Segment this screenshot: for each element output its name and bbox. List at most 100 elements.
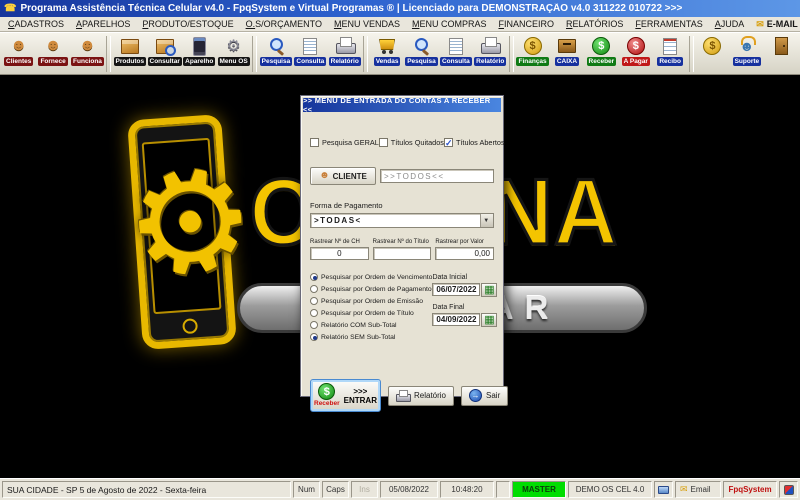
doc-icon — [443, 35, 469, 57]
checkbox-pesquisa-geral[interactable]: Pesquisa GERAL — [310, 138, 379, 147]
toolbar-button-label: Relatório — [328, 57, 361, 66]
toolbar-button-aparelho[interactable]: Aparelho — [183, 34, 216, 74]
rastrear-titulo-input[interactable] — [372, 247, 432, 260]
toolbar-button-menu-os[interactable]: Menu OS — [217, 34, 250, 74]
toolbar-button-relat-rio[interactable]: Relatório — [474, 34, 507, 74]
cart-icon — [374, 35, 400, 57]
toolbar-button-label: Vendas — [373, 57, 401, 66]
person-icon — [6, 35, 32, 57]
toolbar-button-pesquisa[interactable]: Pesquisa — [405, 34, 438, 74]
search-icon — [408, 35, 434, 57]
toolbar-button-label: Fornece — [38, 57, 68, 66]
rastrear-titulo-label: Rastrear Nº do Título — [372, 239, 429, 245]
checkbox-t-tulos-quitados[interactable]: Títulos Quitados — [378, 138, 444, 147]
status-email-button[interactable]: ✉ Email — [675, 481, 721, 498]
toolbar-button-consulta[interactable]: Consulta — [294, 34, 327, 74]
toolbar-button-a-pagar[interactable]: A Pagar — [619, 34, 652, 74]
cashbox-icon — [554, 35, 580, 57]
rastrear-valor-group: Rastrear por Valor 0,00 — [435, 239, 495, 260]
status-date: 05/08/2022 — [380, 481, 438, 498]
status-time: 10:48:20 — [440, 481, 494, 498]
radio-pesquisar-por-ordem-de-vencimento[interactable]: Pesquisar por Ordem de Vencimento — [310, 273, 432, 281]
chevron-down-icon[interactable]: ▼ — [480, 214, 493, 227]
toolbar-button-produtos[interactable]: Produtos — [113, 34, 147, 74]
forma-pagamento-select[interactable]: >TODAS< ▼ — [310, 213, 494, 228]
toolbar-button-consultar[interactable]: Consultar — [147, 34, 182, 74]
printer-icon — [395, 389, 411, 402]
person-icon — [74, 35, 100, 57]
rastrear-ch-label: Rastrear Nº de CH — [310, 239, 360, 245]
toolbar-button-recibo[interactable]: Recibo — [653, 34, 686, 74]
printer-icon — [477, 35, 503, 57]
data-inicial-calendar-button[interactable]: ▦ — [481, 283, 498, 297]
radio-label: Relatório SEM Sub-Total — [321, 333, 396, 341]
date-range-group: Data Inicial 06/07/2022 ▦ Data Final 04/… — [432, 273, 500, 341]
toolbar-button-caixa[interactable]: CAIXA — [550, 34, 583, 74]
toolbar-button-suporte[interactable]: Suporte — [730, 34, 763, 74]
status-monitor-panel[interactable] — [654, 481, 673, 498]
entrar-button[interactable]: $ Receber >>> ENTRAR — [310, 379, 381, 412]
menu-item-cadastros[interactable]: CADASTROS — [2, 18, 70, 30]
rastrear-ch-input[interactable]: 0 — [310, 247, 369, 260]
checkbox-label: Pesquisa GERAL — [322, 138, 379, 147]
tools-icon — [221, 35, 247, 57]
radio-label: Relatório COM Sub-Total — [321, 321, 397, 329]
radio-dot — [310, 297, 318, 305]
toolbar-button-receber[interactable]: Receber — [585, 34, 618, 74]
toolbar-button-label: Recibo — [657, 57, 683, 66]
toolbar-button-fornece[interactable]: Fornece — [36, 34, 69, 74]
checkbox-t-tulos-abertos[interactable]: ✓ Títulos Abertos — [443, 138, 505, 148]
menu-item-email[interactable]: ✉ E-MAIL — [750, 18, 800, 30]
radio-pesquisar-por-ordem-de-t-tulo[interactable]: Pesquisar por Ordem de Título — [310, 309, 432, 317]
toolbar-button-vendas[interactable]: Vendas — [370, 34, 403, 74]
toolbar-separator — [508, 36, 514, 72]
data-final-input[interactable]: 04/09/2022 — [432, 313, 481, 326]
status-insert: Ins — [351, 481, 378, 498]
app-icon: ☎ — [4, 2, 17, 14]
checkbox-label: Títulos Abertos — [455, 138, 505, 147]
menu-item-financeiro[interactable]: FINANCEIRO — [492, 18, 560, 30]
menu-item-produto-estoque[interactable]: PRODUTO/ESTOQUE — [136, 18, 239, 30]
toolbar-button-door[interactable] — [765, 34, 798, 74]
data-final-calendar-button[interactable]: ▦ — [481, 313, 498, 327]
menubar: CADASTROS APARELHOS PRODUTO/ESTOQUE O.S/ORÇ… — [0, 17, 800, 32]
cliente-field[interactable]: >>TODOS<< — [380, 169, 494, 183]
radio-pesquisar-por-ordem-de-emiss-o[interactable]: Pesquisar por Ordem de Emissão — [310, 297, 432, 305]
rastrear-valor-input[interactable]: 0,00 — [435, 247, 495, 260]
menu-item-menu-vendas[interactable]: MENU VENDAS — [328, 18, 406, 30]
menu-item-ferramentas[interactable]: FERRAMENTAS — [629, 18, 708, 30]
toolbar-button-finan-as[interactable]: Finanças — [516, 34, 549, 74]
relatorio-button[interactable]: Relatório — [387, 385, 454, 406]
person-icon: ☻ — [319, 170, 330, 181]
menu-item-menu-compras[interactable]: MENU COMPRAS — [406, 18, 493, 30]
mail-icon: ✉ — [756, 18, 764, 29]
toolbar-button-consulta[interactable]: Consulta — [439, 34, 472, 74]
status-brand[interactable]: FpqSystem — [723, 481, 777, 498]
rastrear-titulo-group: Rastrear Nº do Título — [372, 239, 432, 260]
data-inicial-input[interactable]: 06/07/2022 — [432, 283, 481, 296]
toolbar-button-pesquisa[interactable]: Pesquisa — [259, 34, 293, 74]
dialog-titlebar[interactable]: >> MENU DE ENTRADA DO CONTAS A RECEBER <… — [303, 96, 501, 114]
forma-pagamento-label: Forma de Pagamento — [310, 201, 383, 210]
menu-item-o-s-or-amento[interactable]: O.S/ORÇAMENTO — [240, 18, 328, 30]
dollar-red-icon — [623, 35, 649, 57]
toolbar-button-funciona[interactable]: Funciona — [71, 34, 104, 74]
toolbar-button-clientes[interactable]: Clientes — [2, 34, 35, 74]
calendar-icon: ▦ — [484, 313, 495, 326]
toolbar-button-coin[interactable] — [696, 34, 729, 74]
radio-relat-rio-com-sub-total[interactable]: Relatório COM Sub-Total — [310, 321, 432, 329]
menu-item-ajuda[interactable]: AJUDA — [709, 18, 751, 30]
radio-pesquisar-por-ordem-de-pagamento[interactable]: Pesquisar por Ordem de Pagamento — [310, 285, 432, 293]
order-radio-group: Pesquisar por Ordem de Vencimento Pesquis… — [310, 273, 432, 341]
sair-button[interactable]: → Sair — [461, 385, 509, 406]
radio-label: Pesquisar por Ordem de Título — [321, 309, 414, 317]
menu-item-relat-rios[interactable]: RELATÓRIOS — [560, 18, 629, 30]
filter-checkbox-row: Pesquisa GERAL Títulos Quitados ✓ Títulos A… — [310, 138, 505, 148]
rastrear-row: Rastrear Nº de CH 0 Rastrear Nº do Títul… — [310, 239, 495, 260]
cliente-button[interactable]: ☻ CLIENTE — [310, 167, 376, 185]
menu-item-aparelhos[interactable]: APARELHOS — [70, 18, 136, 30]
status-location-date: SUA CIDADE - SP 5 de Agosto de 2022 - Se… — [2, 481, 291, 498]
toolbar-button-relat-rio[interactable]: Relatório — [328, 34, 361, 74]
radio-relat-rio-sem-sub-total[interactable]: Relatório SEM Sub-Total — [310, 333, 432, 341]
status-app-panel[interactable] — [779, 481, 798, 498]
